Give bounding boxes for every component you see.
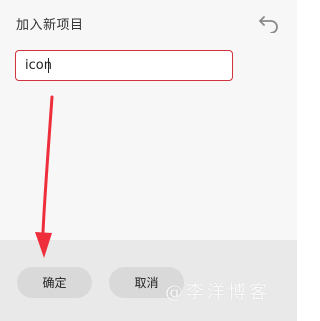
- add-item-dialog: 加入新项目 确定 取消 @李洋博客: [0, 0, 297, 321]
- ok-button[interactable]: 确定: [17, 267, 92, 298]
- undo-icon[interactable]: [258, 13, 280, 33]
- text-caret: [48, 58, 49, 73]
- dialog-title: 加入新项目: [16, 18, 84, 33]
- watermark: @李洋博客: [165, 282, 270, 303]
